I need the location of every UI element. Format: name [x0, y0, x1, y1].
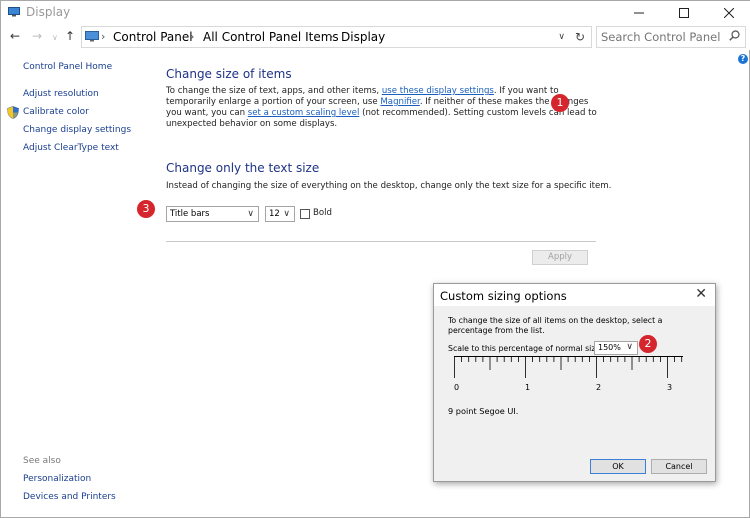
- breadcrumb-all-items[interactable]: All Control Panel Items: [203, 30, 339, 44]
- window-title: Display: [26, 5, 71, 19]
- search-input[interactable]: [601, 29, 721, 45]
- scaling-ruler[interactable]: 0 1 2 3: [454, 356, 683, 401]
- breadcrumb-separator: ›: [190, 30, 195, 43]
- ruler-number-0: 0: [454, 383, 459, 392]
- text-item-select-value: Title bars: [170, 209, 210, 219]
- bold-label: Bold: [313, 208, 332, 218]
- dialog-close-icon[interactable]: ✕: [695, 286, 707, 302]
- dialog-description: To change the size of all items on the d…: [448, 316, 663, 335]
- ruler-number-1: 1: [525, 383, 530, 392]
- chevron-down-icon: ∨: [247, 209, 254, 219]
- annotation-marker-2: 2: [639, 335, 657, 353]
- bold-checkbox[interactable]: [300, 209, 310, 219]
- section-divider: [166, 241, 596, 242]
- refresh-icon[interactable]: ↻: [575, 30, 585, 44]
- sidebar-item-adjust-resolution[interactable]: Adjust resolution: [23, 89, 99, 99]
- ruler-number-3: 3: [667, 383, 672, 392]
- search-box[interactable]: [596, 26, 746, 48]
- maximize-icon: [678, 7, 689, 18]
- change-text-size-description: Instead of changing the size of everythi…: [166, 181, 612, 191]
- breadcrumb-separator: ›: [101, 30, 106, 43]
- see-also-label: See also: [23, 456, 61, 466]
- back-arrow-icon[interactable]: ←: [10, 29, 20, 43]
- text-size-select[interactable]: 12 ∨: [265, 206, 295, 222]
- scale-percentage-value: 150%: [598, 343, 621, 352]
- sidebar-item-calibrate-color[interactable]: Calibrate color: [23, 107, 89, 117]
- title-bar: Display: [1, 1, 750, 24]
- apply-button[interactable]: Apply: [532, 250, 588, 265]
- close-icon: [723, 7, 734, 18]
- scale-percentage-select[interactable]: 150% ∨: [594, 341, 638, 355]
- sidebar-item-devices-printers[interactable]: Devices and Printers: [23, 492, 116, 502]
- change-text-size-heading: Change only the text size: [166, 161, 320, 175]
- sidebar-item-adjust-cleartype[interactable]: Adjust ClearType text: [23, 143, 119, 153]
- ok-button[interactable]: OK: [590, 459, 646, 474]
- change-size-heading: Change size of items: [166, 67, 292, 81]
- scale-label: Scale to this percentage of normal size:: [448, 344, 603, 353]
- sidebar-item-personalization[interactable]: Personalization: [23, 474, 91, 484]
- ruler-number-2: 2: [596, 383, 601, 392]
- breadcrumb-display[interactable]: Display: [341, 30, 385, 44]
- search-icon[interactable]: [729, 30, 740, 41]
- sidebar-item-home[interactable]: Control Panel Home: [23, 62, 112, 72]
- up-arrow-icon[interactable]: ↑: [65, 29, 75, 43]
- display-settings-link[interactable]: use these display settings: [382, 86, 494, 96]
- chevron-down-icon: ∨: [283, 209, 290, 219]
- minimize-button[interactable]: [616, 1, 661, 24]
- display-app-icon: [8, 7, 20, 17]
- maximize-button[interactable]: [661, 1, 706, 24]
- dialog-title: Custom sizing options: [440, 289, 567, 303]
- sidebar: Control Panel Home Adjust resolution Cal…: [1, 50, 161, 518]
- annotation-marker-1: 1: [551, 94, 569, 112]
- ruler-ticks: [454, 356, 683, 378]
- breadcrumb-separator: ›: [329, 30, 334, 43]
- address-dropdown-icon[interactable]: ∨: [558, 32, 565, 42]
- address-field[interactable]: › Control Panel › All Control Panel Item…: [81, 26, 592, 48]
- font-sample-text: 9 point Segoe UI.: [448, 406, 519, 416]
- uac-shield-icon: [7, 106, 19, 119]
- breadcrumb-control-panel[interactable]: Control Panel: [113, 30, 193, 44]
- forward-arrow-icon[interactable]: →: [32, 29, 42, 43]
- paragraph-text: To change the size of text, apps, and ot…: [166, 86, 382, 96]
- change-size-paragraph: To change the size of text, apps, and ot…: [166, 86, 601, 130]
- close-button[interactable]: [706, 1, 750, 24]
- custom-sizing-dialog: Custom sizing options ✕ To change the si…: [433, 283, 716, 482]
- annotation-marker-3: 3: [137, 200, 155, 218]
- address-bar-row: ← → ∨ ↑ › Control Panel › All Control Pa…: [1, 24, 750, 50]
- dialog-body: To change the size of all items on the d…: [434, 306, 715, 481]
- help-icon[interactable]: ?: [738, 54, 748, 64]
- chevron-down-icon: ∨: [626, 342, 633, 352]
- control-panel-window: Display ← → ∨ ↑ › Control Panel › All Co…: [0, 0, 750, 518]
- custom-scaling-link[interactable]: set a custom scaling level: [248, 108, 360, 118]
- cancel-button[interactable]: Cancel: [651, 459, 707, 474]
- sidebar-item-change-display-settings[interactable]: Change display settings: [23, 125, 131, 135]
- magnifier-link[interactable]: Magnifier: [380, 97, 419, 107]
- minimize-icon: [633, 12, 644, 13]
- text-size-select-value: 12: [269, 209, 280, 219]
- text-item-select[interactable]: Title bars ∨: [166, 206, 259, 222]
- control-panel-icon: [85, 31, 99, 42]
- recent-chevron-icon[interactable]: ∨: [52, 33, 58, 42]
